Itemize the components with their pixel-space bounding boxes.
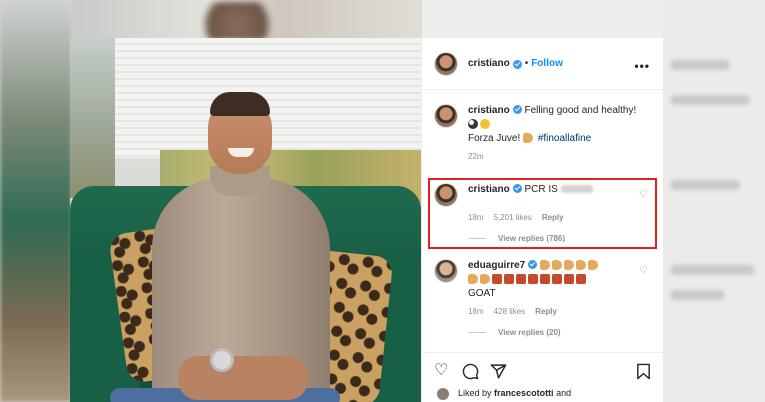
- caption: cristiano Felling good and healthy! Forz…: [434, 104, 656, 161]
- cross-icon: [504, 274, 514, 285]
- avatar[interactable]: [434, 183, 458, 207]
- view-replies-label: View replies (786): [498, 234, 565, 243]
- separator-dot: •: [524, 58, 529, 69]
- verified-icon: [528, 260, 538, 269]
- cross-icon: [492, 274, 502, 285]
- cross-icon: [552, 274, 562, 285]
- follow-button[interactable]: Follow: [531, 58, 563, 69]
- comment-likes[interactable]: 5,201 likes: [494, 213, 532, 222]
- liked-by-text: Liked by francescototti and: [458, 388, 572, 398]
- muscle-icon: [540, 260, 551, 271]
- comment-text: GOAT: [468, 288, 496, 299]
- background-topright-blur: [422, 0, 662, 40]
- cross-icon: [576, 274, 586, 285]
- comment: cristiano PCR IS ♡ 18m 5,201 likes Reply…: [434, 183, 656, 243]
- background-head-blur: [192, 2, 282, 40]
- avatar[interactable]: [436, 387, 450, 401]
- caption-text-line2: Forza Juve!: [468, 133, 521, 144]
- verified-icon: [512, 184, 522, 193]
- smiley-icon: [480, 119, 490, 130]
- avatar[interactable]: [434, 51, 458, 76]
- avatar[interactable]: [434, 104, 458, 128]
- caption-time: 22m: [468, 152, 484, 161]
- divider-line: [468, 238, 486, 239]
- avatar[interactable]: [434, 259, 458, 283]
- caption-text-line1: Felling good and healthy!: [524, 105, 637, 116]
- post-side-panel: cristiano • Follow ••• cristiano Felling…: [421, 38, 664, 402]
- muscle-icon: [576, 260, 587, 271]
- reply-button[interactable]: Reply: [535, 307, 557, 316]
- verified-icon: [512, 60, 522, 69]
- muscle-icon: [480, 274, 490, 285]
- liked-by-username[interactable]: francescototti: [494, 388, 554, 398]
- cross-icon: [540, 274, 550, 285]
- caption-hashtag[interactable]: #finoallafine: [538, 133, 591, 144]
- post-photo[interactable]: [70, 38, 421, 402]
- like-comment-heart-icon[interactable]: ♡: [639, 189, 648, 200]
- comment-text: PCR IS: [524, 184, 558, 195]
- action-bar: ♡ Liked by francescototti and: [422, 352, 664, 402]
- background-left-blur: [0, 0, 72, 402]
- comment-time: 18m: [468, 307, 484, 316]
- muscle-icon: [588, 260, 599, 271]
- cross-icon: [516, 274, 526, 285]
- cross-icon: [528, 274, 538, 285]
- divider-line: [468, 332, 486, 333]
- background-top-blur: [72, 0, 422, 40]
- comment: eduaguirre7 GOAT ♡ 18m 428 likes Reply V…: [434, 259, 656, 337]
- instagram-post: cristiano • Follow ••• cristiano Felling…: [70, 38, 664, 402]
- comment-icon[interactable]: [462, 363, 479, 384]
- comment-username[interactable]: eduaguirre7: [468, 260, 525, 271]
- muscle-icon: [552, 260, 563, 271]
- soccer-ball-icon: [468, 119, 478, 130]
- caption-username[interactable]: cristiano: [468, 105, 510, 116]
- view-replies-button[interactable]: View replies (786): [468, 234, 656, 243]
- background-right-blur: [662, 0, 765, 402]
- comment-likes[interactable]: 428 likes: [494, 307, 526, 316]
- comment-username[interactable]: cristiano: [468, 184, 510, 195]
- reply-button[interactable]: Reply: [542, 213, 564, 222]
- view-replies-label: View replies (20): [498, 328, 561, 337]
- more-options-icon[interactable]: •••: [634, 59, 650, 73]
- muscle-icon: [564, 260, 575, 271]
- bookmark-icon[interactable]: [636, 363, 651, 384]
- share-icon[interactable]: [490, 363, 507, 384]
- verified-icon: [512, 105, 522, 114]
- view-replies-button[interactable]: View replies (20): [468, 328, 656, 337]
- muscle-icon: [468, 274, 478, 285]
- cross-icon: [564, 274, 574, 285]
- heart-icon[interactable]: ♡: [434, 363, 448, 379]
- like-comment-heart-icon[interactable]: ♡: [639, 265, 648, 276]
- muscle-icon: [523, 133, 534, 144]
- header-username[interactable]: cristiano: [468, 58, 510, 69]
- comment-time: 18m: [468, 213, 484, 222]
- blurred-text: [560, 185, 593, 194]
- post-header: cristiano • Follow •••: [422, 38, 664, 90]
